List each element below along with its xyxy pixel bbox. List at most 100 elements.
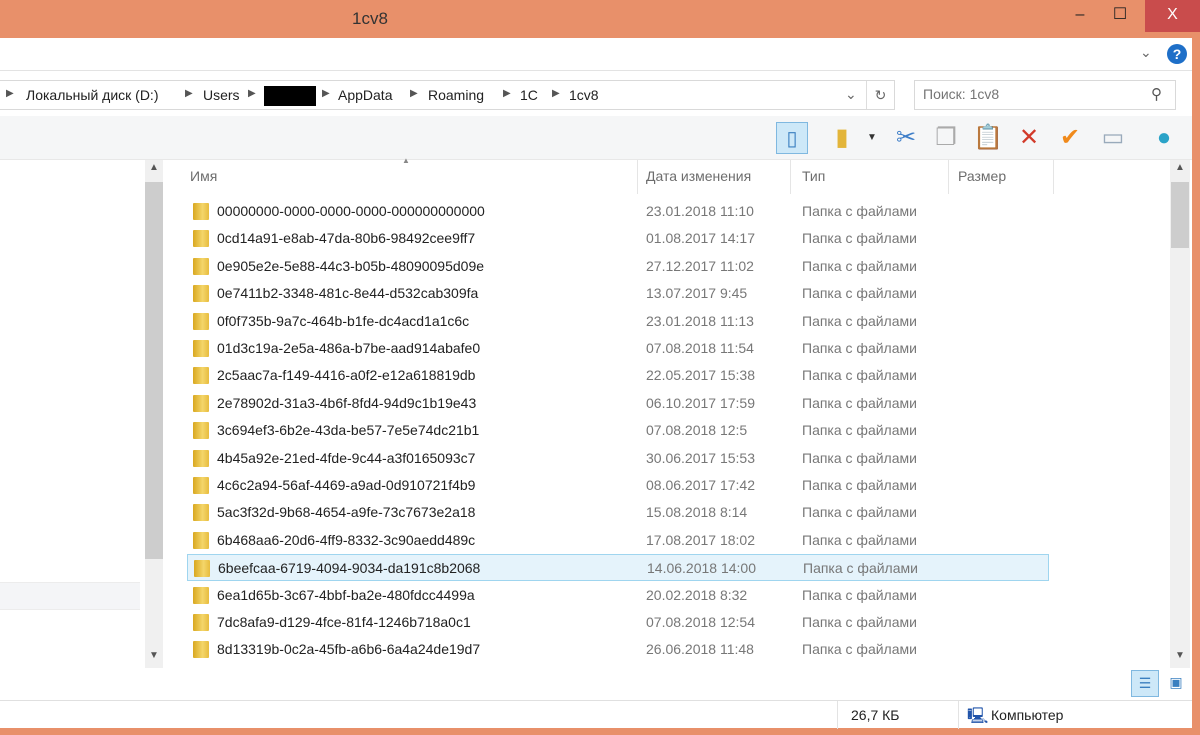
globe-icon[interactable]: ● (1148, 122, 1180, 154)
status-location: Компьютер (991, 707, 1064, 723)
file-type: Папка с файлами (802, 203, 917, 219)
delete-icon[interactable]: ✕ (1013, 122, 1045, 154)
column-type[interactable]: Тип (802, 168, 825, 184)
file-type: Папка с файлами (802, 340, 917, 356)
file-row[interactable]: 0e905e2e-5e88-44c3-b05b-48090095d09e 27.… (187, 253, 1049, 280)
column-divider (948, 160, 949, 194)
ribbon-expand-icon[interactable]: ⌄ (1140, 44, 1152, 61)
status-size: 26,7 КБ (851, 707, 900, 723)
file-name: 01d3c19a-2e5a-486a-b7be-aad914abafe0 (217, 340, 481, 356)
chevron-right-icon: ▶ (322, 88, 330, 99)
refresh-icon[interactable]: ↻ (866, 81, 894, 109)
file-date: 20.02.2018 8:32 (646, 586, 748, 603)
breadcrumb-1cv8[interactable]: 1cv8 (569, 87, 599, 103)
folder-icon (193, 367, 209, 385)
folder-icon (193, 641, 209, 659)
file-name: 0f0f735b-9a7c-464b-b1fe-dc4acd1a1c6c (217, 312, 470, 329)
file-row[interactable]: 4b45a92e-21ed-4fde-9c44-a3f0165093c7 30.… (187, 445, 1049, 472)
file-name: 5ac3f32d-9b68-4654-a9fe-73c7673e2a18 (217, 504, 476, 521)
new-window-icon[interactable]: ▭ (1097, 122, 1129, 154)
file-row[interactable]: 7dc8afa9-d129-4fce-81f4-1246b718a0c1 07.… (187, 609, 1049, 636)
status-divider (837, 701, 838, 729)
rename-checkmark-icon[interactable]: ✔ (1054, 122, 1086, 154)
help-icon[interactable]: ? (1167, 44, 1187, 64)
breadcrumb-roaming[interactable]: Roaming (428, 87, 484, 103)
folder-icon (193, 312, 209, 330)
file-date: 06.10.2017 17:59 (646, 394, 755, 411)
address-bar[interactable]: ▶ Локальный диск (D:) ▶ Users ▶ ▶ AppDat… (0, 80, 895, 110)
breadcrumb-1c[interactable]: 1C (520, 87, 538, 103)
file-date: 15.08.2018 8:14 (646, 504, 748, 521)
file-type: Папка с файлами (802, 531, 917, 548)
file-date: 26.06.2018 11:48 (646, 641, 754, 658)
file-row[interactable]: 6ea1d65b-3c67-4bbf-ba2e-480fdcc4499a 20.… (187, 582, 1049, 609)
file-row[interactable]: 2c5aac7a-f149-4416-a0f2-e12a618819db 22.… (187, 362, 1049, 389)
nav-item[interactable] (0, 582, 140, 610)
file-name: 2c5aac7a-f149-4416-a0f2-e12a618819db (217, 367, 476, 384)
folder-icon (193, 340, 209, 357)
file-type: Папка с файлами (802, 257, 917, 274)
search-icon[interactable]: ⚲ (1151, 85, 1162, 103)
nav-scrollbar-thumb[interactable] (145, 182, 163, 559)
redacted-username (264, 86, 316, 106)
file-row[interactable]: 0f0f735b-9a7c-464b-b1fe-dc4acd1a1c6c 23.… (187, 308, 1049, 335)
file-row[interactable]: 0e7411b2-3348-481c-8e44-d532cab309fa 13.… (187, 280, 1049, 307)
scroll-up-icon[interactable]: ▲ (149, 162, 159, 173)
breadcrumb-appdata[interactable]: AppData (338, 87, 392, 103)
folder-icon (194, 560, 210, 578)
column-date[interactable]: Дата изменения (646, 168, 751, 184)
file-row[interactable]: 6b468aa6-20d6-4ff9-8332-3c90aedd489c 17.… (187, 527, 1049, 554)
preview-pane-button[interactable]: ▯ (776, 122, 808, 154)
file-row[interactable]: 6beefcaa-6719-4094-9034-da191c8b2068 14.… (187, 554, 1049, 582)
file-type: Папка с файлами (802, 504, 917, 521)
scroll-down-icon[interactable]: ▼ (149, 650, 159, 661)
file-row[interactable]: 4c6c2a94-56af-4469-a9ad-0d910721f4b9 08.… (187, 472, 1049, 499)
file-name: 0cd14a91-e8ab-47da-80b6-98492cee9ff7 (217, 230, 476, 247)
file-date: 17.08.2017 18:02 (646, 531, 755, 548)
file-row[interactable]: 3c694ef3-6b2e-43da-be57-7e5e74dc21b1 07.… (187, 417, 1049, 444)
file-row[interactable]: 8d13319b-0c2a-45fb-a6b6-6a4a24de19d7 26.… (187, 636, 1049, 663)
folder-icon (193, 614, 209, 631)
column-size[interactable]: Размер (958, 168, 1006, 184)
scroll-up-icon[interactable]: ▲ (1175, 162, 1185, 173)
address-dropdown-icon[interactable]: ⌄ (845, 86, 857, 103)
file-row[interactable]: 0cd14a91-e8ab-47da-80b6-98492cee9ff7 01.… (187, 225, 1049, 252)
copy-icon[interactable]: ❐ (930, 122, 962, 154)
file-name: 6b468aa6-20d6-4ff9-8332-3c90aedd489c (217, 531, 476, 548)
scroll-down-icon[interactable]: ▼ (1175, 650, 1185, 661)
search-box[interactable]: ⚲ (914, 80, 1176, 110)
file-row[interactable]: 2e78902d-31a3-4b6f-8fd4-94d9c1b19e43 06.… (187, 390, 1049, 417)
file-name: 00000000-0000-0000-0000-000000000000 (217, 203, 485, 219)
file-type: Папка с файлами (802, 477, 917, 493)
large-icons-view-button[interactable]: ▣ (1164, 670, 1188, 697)
chevron-right-icon: ▶ (552, 88, 560, 99)
file-list-scrollbar[interactable]: ▲ ▼ (1170, 160, 1190, 668)
column-name[interactable]: Имя (190, 168, 217, 184)
dropdown-arrow-icon[interactable]: ▼ (862, 122, 882, 154)
file-type: Папка с файлами (802, 394, 917, 411)
title-bar: 1cv8 – ☐ X (0, 0, 1200, 38)
file-date: 07.08.2018 11:54 (646, 340, 754, 356)
toolbar: ▯ ▮ ▼ ✂ ❐ 📋 ✕ ✔ ▭ ● (0, 116, 1192, 160)
file-row[interactable]: 01d3c19a-2e5a-486a-b7be-aad914abafe0 07.… (187, 335, 1049, 362)
ribbon: ⌄ ? (0, 38, 1192, 71)
file-name: 4c6c2a94-56af-4469-a9ad-0d910721f4b9 (217, 477, 476, 493)
file-row[interactable]: 5ac3f32d-9b68-4654-a9fe-73c7673e2a18 15.… (187, 499, 1049, 526)
file-list-scrollbar-thumb[interactable] (1171, 182, 1189, 248)
search-input[interactable] (923, 86, 1143, 102)
close-button[interactable]: X (1145, 0, 1200, 32)
file-row[interactable]: 00000000-0000-0000-0000-000000000000 23.… (187, 198, 1049, 225)
paste-icon[interactable]: 📋 (972, 122, 1004, 154)
properties-icon[interactable]: ▮ (826, 122, 858, 154)
breadcrumb-drive[interactable]: Локальный диск (D:) (26, 87, 159, 103)
file-date: 23.01.2018 11:13 (646, 312, 754, 329)
cut-icon[interactable]: ✂ (890, 122, 922, 154)
computer-icon: 🖳 (967, 708, 989, 725)
maximize-button[interactable]: ☐ (1100, 0, 1140, 32)
nav-scrollbar[interactable]: ▲ ▼ (145, 160, 163, 668)
details-view-button[interactable]: ☰ (1131, 670, 1159, 697)
minimize-button[interactable]: – (1060, 0, 1100, 32)
breadcrumb-users[interactable]: Users (203, 87, 240, 103)
file-type: Папка с файлами (802, 449, 917, 466)
window-title: 1cv8 (352, 9, 388, 28)
